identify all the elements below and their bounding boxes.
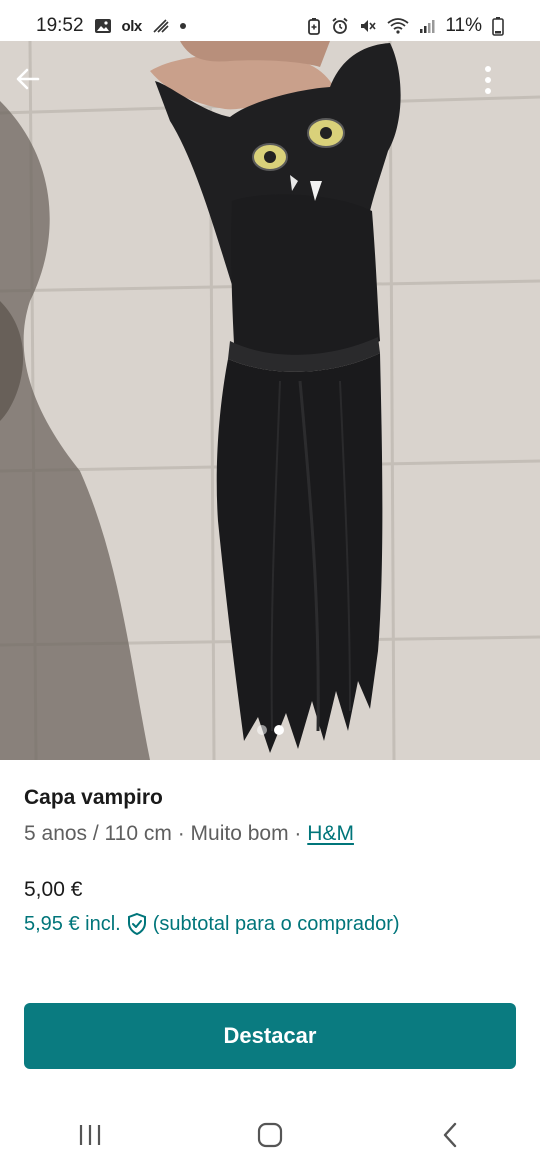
price-incl-note: (subtotal para o comprador) bbox=[152, 912, 400, 935]
olx-icon: olx bbox=[121, 17, 143, 35]
mute-icon bbox=[359, 16, 377, 36]
listing-photo[interactable] bbox=[0, 41, 540, 760]
listing-condition: Muito bom bbox=[190, 822, 289, 845]
brand-link[interactable]: H&M bbox=[307, 822, 354, 845]
battery-icon bbox=[492, 16, 504, 36]
home-icon bbox=[257, 1122, 283, 1148]
system-back-button[interactable] bbox=[420, 1110, 480, 1160]
listing-size: 5 anos / 110 cm bbox=[24, 822, 172, 845]
alarm-icon bbox=[331, 16, 349, 36]
system-nav-bar bbox=[0, 1100, 540, 1170]
listing-title: Capa vampiro bbox=[24, 786, 163, 809]
photo-pager bbox=[0, 725, 540, 735]
recent-apps-button[interactable] bbox=[60, 1110, 120, 1160]
status-right: 11% bbox=[307, 15, 504, 37]
gallery-icon bbox=[94, 16, 112, 36]
separator: · bbox=[171, 822, 191, 845]
price-incl: 5,95 € incl. bbox=[24, 912, 121, 935]
listing-price: 5,00 € bbox=[24, 878, 83, 901]
shield-check-icon bbox=[125, 911, 149, 937]
wifi-icon bbox=[387, 16, 409, 36]
recent-apps-icon bbox=[79, 1125, 101, 1145]
battery-saver-icon bbox=[307, 16, 321, 36]
arrow-left-icon bbox=[16, 68, 40, 90]
listing-attributes: 5 anos / 110 cm · Muito bom · H&M bbox=[24, 822, 516, 846]
battery-percent: 11% bbox=[445, 15, 482, 36]
pager-dot-active[interactable] bbox=[273, 725, 284, 735]
back-icon bbox=[443, 1122, 457, 1148]
data-saver-icon bbox=[152, 16, 170, 36]
more-options-button[interactable] bbox=[484, 65, 520, 109]
photo-image bbox=[0, 41, 540, 760]
pager-dot[interactable] bbox=[256, 725, 267, 735]
separator: · bbox=[288, 822, 308, 845]
status-time: 19:52 bbox=[36, 15, 84, 36]
more-vertical-icon bbox=[485, 66, 491, 94]
home-button[interactable] bbox=[240, 1110, 300, 1160]
bump-button[interactable]: Destacar bbox=[24, 1003, 516, 1069]
dot-icon bbox=[179, 23, 186, 29]
buyer-protection-price[interactable]: 5,95 € incl. (subtotal para o comprador) bbox=[24, 911, 400, 937]
back-button[interactable] bbox=[14, 65, 58, 109]
signal-icon bbox=[419, 16, 435, 36]
listing-details: Capa vampiro 5 anos / 110 cm · Muito bom… bbox=[24, 786, 516, 846]
status-left: 19:52 olx bbox=[36, 15, 186, 37]
